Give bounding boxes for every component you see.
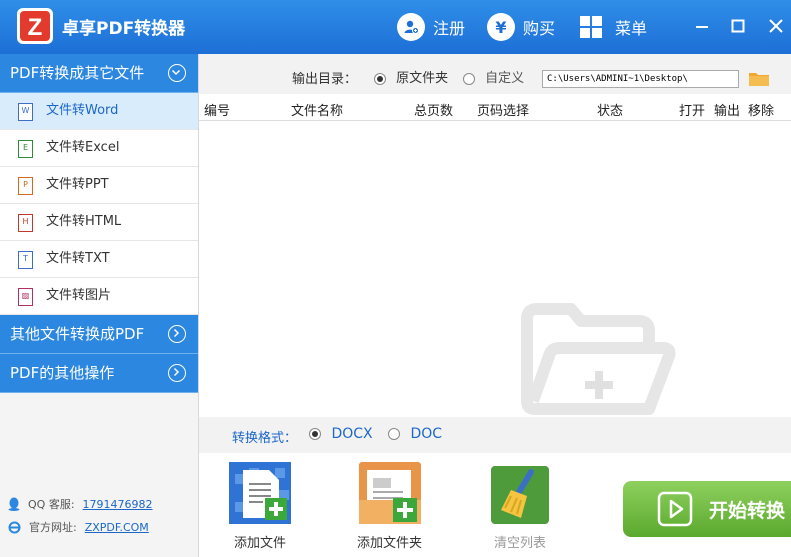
- section-label: 其他文件转换成PDF: [10, 325, 145, 343]
- radio-label: DOC: [410, 426, 443, 442]
- close-icon: [769, 19, 783, 33]
- radio-dot: [374, 72, 386, 85]
- format-bar: 转换格式： DOCX DOC: [199, 417, 791, 453]
- add-folder-button[interactable]: 添加文件夹: [357, 462, 422, 551]
- sidebar-item-to-word[interactable]: W 文件转Word: [0, 93, 198, 130]
- register-button[interactable]: 注册: [397, 12, 465, 42]
- add-file-label: 添加文件: [233, 536, 286, 551]
- app-title: 卓享PDF转换器: [62, 19, 186, 39]
- site-contact: 官方网址: ZXPDF.COM: [8, 519, 149, 535]
- format-label: 转换格式：: [232, 431, 298, 446]
- col-status: 状态: [597, 104, 624, 119]
- chevron-right-icon: [168, 364, 186, 382]
- yen-icon: ¥: [487, 13, 515, 41]
- col-page-range: 页码选择: [477, 104, 530, 119]
- action-bar: 添加文件 添加文件夹 清空列表 开始转换: [199, 454, 791, 557]
- close-button[interactable]: [764, 14, 788, 38]
- txt-file-icon: T: [18, 251, 33, 269]
- col-filename: 文件名称: [291, 104, 344, 119]
- radio-label: 原文件夹: [396, 71, 449, 86]
- sidebar-item-label: 文件转Word: [46, 103, 119, 118]
- clear-list-button[interactable]: 清空列表: [491, 466, 549, 551]
- sidebar-item-label: 文件转PPT: [46, 177, 109, 192]
- radio-custom-folder[interactable]: 自定义: [463, 67, 524, 86]
- add-file-icon: [229, 462, 291, 524]
- qq-number-link[interactable]: 1791476982: [83, 498, 153, 511]
- radio-original-folder[interactable]: 原文件夹: [374, 67, 448, 86]
- radio-dot: [388, 428, 400, 440]
- start-convert-button[interactable]: 开始转换: [623, 481, 791, 537]
- grid-menu-icon: [580, 16, 602, 38]
- sidebar-section-other-to-pdf[interactable]: 其他文件转换成PDF: [0, 315, 198, 354]
- sidebar-item-to-excel[interactable]: E 文件转Excel: [0, 130, 198, 167]
- word-file-icon: W: [18, 103, 33, 121]
- app-logo-icon: Z: [17, 8, 53, 44]
- menu-label: 菜单: [615, 19, 648, 38]
- buy-button[interactable]: ¥ 购买: [487, 12, 555, 42]
- radio-label: DOCX: [331, 426, 373, 442]
- output-path-input[interactable]: [542, 70, 739, 88]
- sidebar-item-label: 文件转TXT: [46, 251, 110, 266]
- start-convert-label: 开始转换: [709, 500, 786, 522]
- sidebar-item-label: 文件转图片: [46, 288, 112, 303]
- col-total-pages: 总页数: [414, 104, 454, 119]
- menu-button[interactable]: 菜单: [579, 12, 647, 42]
- add-file-button[interactable]: 添加文件: [229, 462, 291, 551]
- sidebar-item-to-txt[interactable]: T 文件转TXT: [0, 241, 198, 278]
- site-label: 官方网址:: [29, 521, 77, 534]
- chevron-right-icon: [168, 325, 186, 343]
- sidebar-section-pdf-other-ops[interactable]: PDF的其他操作: [0, 354, 198, 393]
- maximize-button[interactable]: [726, 14, 750, 38]
- chevron-down-icon: [168, 64, 186, 82]
- sidebar-item-label: 文件转HTML: [46, 214, 122, 229]
- radio-docx[interactable]: DOCX: [309, 426, 373, 442]
- section-label: PDF的其他操作: [10, 364, 115, 382]
- add-folder-icon: [358, 462, 421, 524]
- play-icon: [657, 491, 693, 527]
- image-file-icon: ▨: [18, 288, 33, 306]
- qq-contact: QQ 客服: 1791476982: [8, 496, 153, 512]
- ie-browser-icon: [8, 521, 21, 533]
- title-bar: Z 卓享PDF转换器 注册 ¥ 购买 菜单: [0, 0, 791, 54]
- sidebar-item-to-image[interactable]: ▨ 文件转图片: [0, 278, 198, 315]
- radio-doc[interactable]: DOC: [388, 426, 442, 442]
- svg-text:Z: Z: [28, 14, 43, 41]
- qq-label: QQ 客服:: [28, 498, 75, 511]
- output-directory-bar: 输出目录： 原文件夹 自定义: [199, 54, 791, 94]
- user-add-icon: [397, 13, 425, 41]
- minimize-icon: [696, 26, 708, 28]
- sidebar-item-to-html[interactable]: H 文件转HTML: [0, 204, 198, 241]
- register-label: 注册: [433, 19, 466, 38]
- radio-dot: [309, 428, 321, 440]
- excel-file-icon: E: [18, 140, 33, 158]
- add-folder-placeholder-icon: [521, 303, 676, 415]
- maximize-icon: [731, 19, 745, 33]
- radio-label: 自定义: [485, 71, 525, 86]
- col-remove: 移除: [748, 104, 775, 119]
- main-panel: 输出目录： 原文件夹 自定义 编号 文件名称 总页数 页码选择 状态 打开 输出…: [199, 54, 791, 557]
- add-folder-label: 添加文件夹: [357, 536, 423, 551]
- col-index: 编号: [204, 104, 231, 119]
- qq-penguin-icon: [8, 497, 20, 511]
- site-link[interactable]: ZXPDF.COM: [85, 521, 149, 534]
- col-open: 打开: [679, 104, 706, 119]
- buy-label: 购买: [523, 19, 556, 38]
- broom-icon: [491, 466, 549, 524]
- ppt-file-icon: P: [18, 177, 33, 195]
- output-label: 输出目录：: [292, 72, 358, 87]
- sidebar-item-label: 文件转Excel: [46, 140, 120, 155]
- sidebar-section-pdf-to-other[interactable]: PDF转换成其它文件: [0, 54, 198, 93]
- file-drop-area[interactable]: [199, 121, 791, 416]
- clear-list-label: 清空列表: [493, 536, 546, 551]
- folder-browse-icon[interactable]: [749, 71, 769, 86]
- file-table-header: 编号 文件名称 总页数 页码选择 状态 打开 输出 移除: [199, 96, 791, 121]
- html-file-icon: H: [18, 214, 33, 232]
- col-output: 输出: [714, 104, 741, 119]
- sidebar: PDF转换成其它文件 W 文件转Word E 文件转Excel P 文件转PPT…: [0, 54, 199, 557]
- section-label: PDF转换成其它文件: [10, 64, 145, 82]
- radio-dot: [463, 72, 475, 85]
- minimize-button[interactable]: [690, 14, 714, 38]
- sidebar-item-to-ppt[interactable]: P 文件转PPT: [0, 167, 198, 204]
